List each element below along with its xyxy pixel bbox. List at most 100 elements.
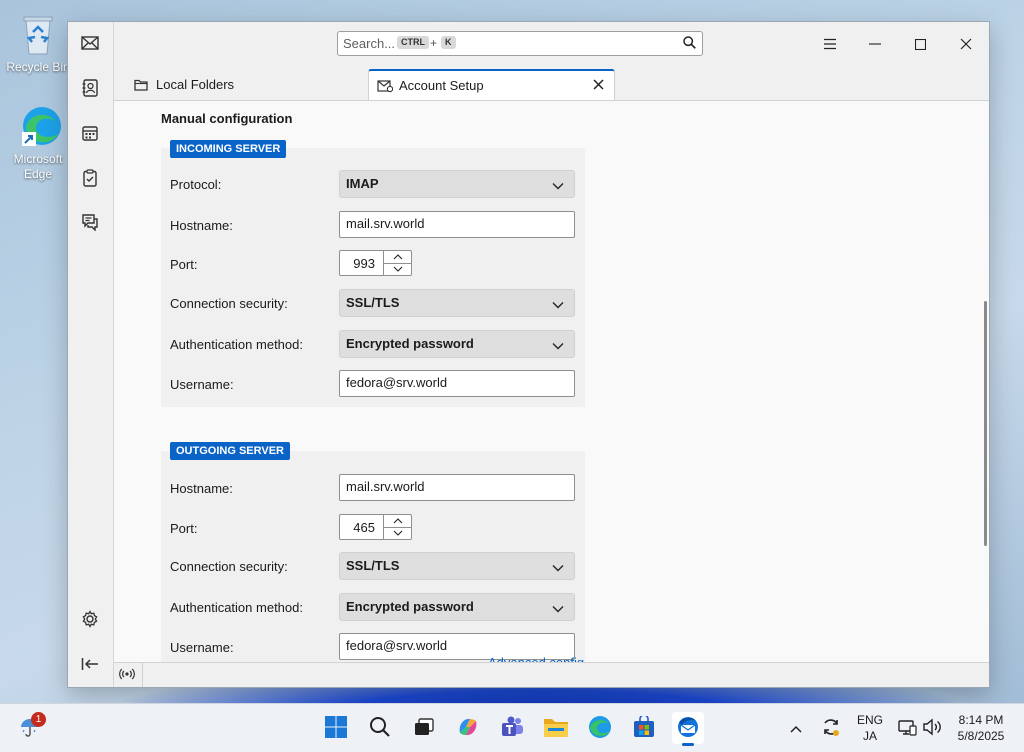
- security-value: SSL/TLS: [346, 295, 400, 310]
- copilot-button[interactable]: [452, 712, 484, 744]
- file-explorer-button[interactable]: [540, 712, 572, 744]
- edge-icon: [588, 715, 612, 742]
- protocol-label: Protocol:: [170, 177, 222, 192]
- language-bottom: JA: [862, 729, 877, 743]
- collapse-sidebar-icon[interactable]: [78, 652, 102, 676]
- edge-desktop-icon[interactable]: Microsoft Edge: [6, 104, 70, 182]
- incoming-port-stepper[interactable]: 993: [339, 250, 412, 276]
- incoming-protocol-select[interactable]: IMAP: [339, 170, 575, 198]
- outgoing-server-badge: OUTGOING SERVER: [170, 442, 290, 460]
- outgoing-hostname-row: Hostname: mail.srv.world: [170, 474, 577, 502]
- app-menu-icon[interactable]: [820, 34, 840, 54]
- settings-gear-icon[interactable]: [78, 607, 102, 631]
- start-button[interactable]: [320, 712, 352, 744]
- outgoing-security-select[interactable]: SSL/TLS: [339, 552, 575, 580]
- port-stepper-arrows: [383, 515, 411, 539]
- chevron-up-icon: [790, 721, 802, 736]
- outgoing-port-row: Port: 465: [170, 514, 577, 542]
- task-view-button[interactable]: [408, 712, 440, 744]
- incoming-username-row: Username: fedora@srv.world: [170, 370, 577, 398]
- speaker-icon: [922, 718, 942, 739]
- thunderbird-icon: [676, 715, 700, 742]
- outgoing-auth-row: Authentication method: Encrypted passwor…: [170, 593, 577, 621]
- auth-value: Encrypted password: [346, 336, 474, 351]
- clock-time: 8:14 PM: [958, 713, 1004, 727]
- outgoing-port-stepper[interactable]: 465: [339, 514, 412, 540]
- incoming-port-row: Port: 993: [170, 250, 577, 278]
- chevron-down-icon: [552, 601, 564, 616]
- auth-value: Encrypted password: [346, 599, 474, 614]
- online-status-icon[interactable]: [119, 667, 135, 684]
- maximize-icon[interactable]: [910, 34, 930, 54]
- outgoing-security-row: Connection security: SSL/TLS: [170, 552, 577, 580]
- network-tray-button[interactable]: [895, 712, 919, 744]
- incoming-server-badge: INCOMING SERVER: [170, 140, 287, 158]
- decrement-icon[interactable]: [384, 527, 411, 539]
- vertical-scrollbar[interactable]: [984, 301, 987, 546]
- connection-security-label: Connection security:: [170, 559, 288, 574]
- incoming-port-value: 993: [353, 256, 375, 271]
- port-stepper-arrows: [383, 251, 411, 275]
- incoming-hostname-row: Hostname: mail.srv.world: [170, 211, 577, 239]
- chevron-down-icon: [552, 297, 564, 312]
- tab-local-folders[interactable]: Local Folders: [126, 69, 234, 100]
- decrement-icon[interactable]: [384, 263, 411, 275]
- incoming-auth-row: Authentication method: Encrypted passwor…: [170, 330, 577, 358]
- folder-icon: [543, 716, 569, 741]
- spaces-toolbar: [68, 22, 114, 687]
- clock[interactable]: 8:14 PM 5/8/2025: [948, 712, 1014, 744]
- recycle-bin-desktop-icon[interactable]: Recycle Bin: [6, 12, 70, 75]
- outgoing-auth-select[interactable]: Encrypted password: [339, 593, 575, 621]
- edge-taskbar-button[interactable]: [584, 712, 616, 744]
- hostname-label: Hostname:: [170, 481, 233, 496]
- show-hidden-icons-button[interactable]: [784, 712, 808, 744]
- edge-icon: [18, 104, 61, 148]
- chevron-down-icon: [552, 338, 564, 353]
- calendar-icon[interactable]: [78, 121, 102, 145]
- sync-icon: [821, 717, 841, 740]
- network-icon: [897, 718, 917, 739]
- thunderbird-window: Search... CTRL + K Local Folders Account…: [68, 22, 989, 687]
- tasks-icon[interactable]: [78, 166, 102, 190]
- authentication-method-label: Authentication method:: [170, 600, 303, 615]
- username-label: Username:: [170, 640, 234, 655]
- store-button[interactable]: [628, 712, 660, 744]
- incoming-protocol-row: Protocol: IMAP: [170, 170, 577, 198]
- taskbar-search-button[interactable]: [364, 712, 396, 744]
- sync-tray-button[interactable]: [818, 712, 844, 744]
- incoming-auth-select[interactable]: Encrypted password: [339, 330, 575, 358]
- chat-icon[interactable]: [78, 210, 102, 234]
- tab-account-setup[interactable]: Account Setup: [368, 69, 615, 100]
- store-icon: [633, 713, 655, 741]
- incoming-security-select[interactable]: SSL/TLS: [339, 289, 575, 317]
- volume-tray-button[interactable]: [920, 712, 944, 744]
- task-view-icon: [413, 717, 435, 740]
- close-window-icon[interactable]: [956, 34, 976, 54]
- chevron-down-icon: [552, 178, 564, 193]
- tab-bar: Local Folders Account Setup: [114, 66, 989, 101]
- folder-icon: [134, 77, 150, 93]
- incoming-username-input[interactable]: fedora@srv.world: [339, 370, 575, 397]
- input-language-indicator[interactable]: ENG JA: [852, 712, 888, 744]
- thunderbird-taskbar-button[interactable]: [672, 712, 704, 746]
- protocol-value: IMAP: [346, 176, 379, 191]
- address-book-icon[interactable]: [78, 76, 102, 100]
- search-icon[interactable]: [683, 36, 696, 52]
- minimize-icon[interactable]: [865, 34, 885, 54]
- taskbar: 1 ENG JA 8:14 PM 5/8/2025: [0, 703, 1024, 752]
- outgoing-hostname-input[interactable]: mail.srv.world: [339, 474, 575, 501]
- outgoing-port-value: 465: [353, 520, 375, 535]
- tab-account-setup-label: Account Setup: [399, 78, 484, 93]
- close-tab-icon[interactable]: [593, 78, 604, 93]
- clock-date: 5/8/2025: [957, 729, 1005, 743]
- global-search-input[interactable]: Search... CTRL + K: [337, 31, 703, 56]
- teams-button[interactable]: [496, 712, 528, 744]
- title-bar: Search... CTRL + K: [114, 22, 989, 66]
- status-bar: [114, 662, 989, 687]
- mail-space-icon[interactable]: [78, 31, 102, 55]
- edge-label: Microsoft Edge: [13, 152, 63, 181]
- authentication-method-label: Authentication method:: [170, 337, 303, 352]
- incoming-hostname-input[interactable]: mail.srv.world: [339, 211, 575, 238]
- recycle-bin-icon: [18, 12, 58, 56]
- connection-security-label: Connection security:: [170, 296, 288, 311]
